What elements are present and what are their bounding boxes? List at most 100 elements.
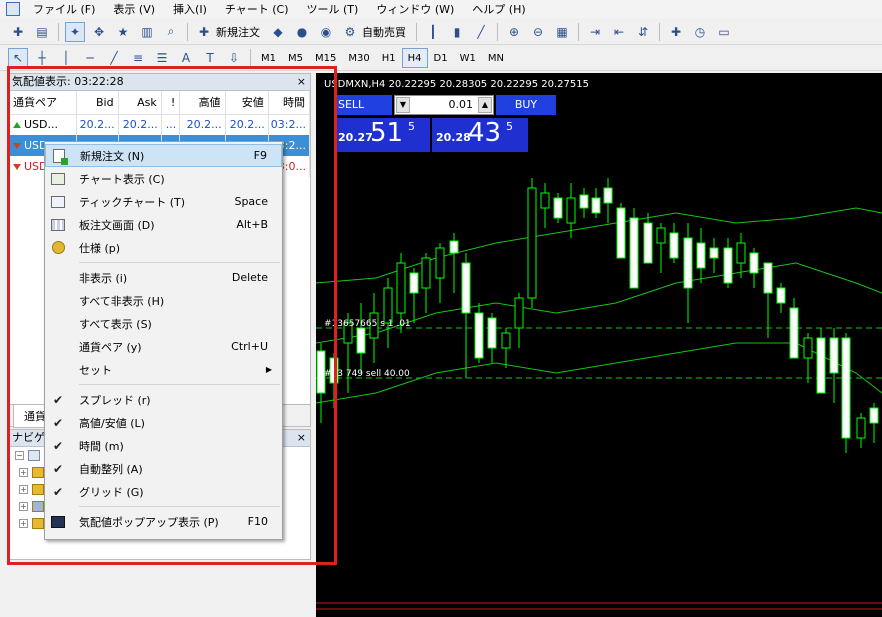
cursor-icon[interactable]: ↖ [8, 48, 28, 68]
menu-item-popup-prices[interactable]: 気配値ポップアップ表示 (P) F10 [45, 510, 282, 533]
menu-item-hide[interactable]: 非表示 (i) Delete [45, 266, 282, 289]
signal-icon[interactable]: ◉ [316, 22, 336, 42]
buy-price-box[interactable]: 20.28 43 5 [432, 118, 528, 152]
text-tool-icon[interactable]: A [176, 48, 196, 68]
vertical-line-icon[interactable]: │ [56, 48, 76, 68]
menu-item-show-all[interactable]: すべて表示 (S) [45, 312, 282, 335]
metaeditor-icon[interactable]: ◆ [268, 22, 288, 42]
auto-trading-button[interactable]: 自動売買 [362, 24, 406, 40]
timeframe-h4[interactable]: H4 [401, 48, 428, 68]
strategy-tester-icon[interactable]: ⌕ [161, 22, 181, 42]
timeframe-m15[interactable]: M15 [309, 48, 342, 68]
menu-item-grid[interactable]: ✔ グリッド (G) [45, 480, 282, 503]
menu-item-specification[interactable]: 仕様 (p) [45, 236, 282, 259]
close-icon[interactable]: × [297, 430, 306, 446]
expand-icon[interactable]: + [19, 519, 28, 528]
menu-item-high-low[interactable]: ✔ 高値/安値 (L) [45, 411, 282, 434]
menu-item-label: セット [79, 363, 112, 377]
timeframe-m1[interactable]: M1 [255, 48, 282, 68]
crosshair-icon[interactable]: ┼ [32, 48, 52, 68]
column-spread[interactable]: ! [161, 91, 181, 115]
menu-item-label: 気配値ポップアップ表示 (P) [79, 515, 219, 529]
chart-window[interactable]: USDMXN,H4 20.22295 20.28305 20.22295 20.… [316, 73, 882, 617]
column-symbol[interactable]: 通貨ペア [9, 91, 78, 115]
candle-body [643, 222, 653, 264]
new-chart-icon[interactable]: ✚ [8, 22, 28, 42]
expand-icon[interactable]: + [19, 485, 28, 494]
menu-item-sets[interactable]: セット ▶ [45, 358, 282, 381]
buy-button[interactable]: BUY [496, 95, 556, 115]
community-icon[interactable]: ● [292, 22, 312, 42]
navigator-icon[interactable]: ★ [113, 22, 133, 42]
indicators-icon[interactable]: ✚ [666, 22, 686, 42]
column-ask[interactable]: Ask [118, 91, 162, 115]
timeframe-m30[interactable]: M30 [342, 48, 375, 68]
zoom-in-icon[interactable]: ⊕ [504, 22, 524, 42]
column-high[interactable]: 高値 [179, 91, 226, 115]
expand-icon[interactable]: + [19, 468, 28, 477]
menu-item-auto-arrange[interactable]: ✔ 自動整列 (A) [45, 457, 282, 480]
lot-size-input[interactable]: ▼ 0.01 ▲ [394, 95, 494, 115]
timeframe-h1[interactable]: H1 [376, 48, 402, 68]
menu-item-hide-all[interactable]: すべて非表示 (H) [45, 289, 282, 312]
menu-item-depth-of-market[interactable]: 板注文画面 (D) Alt+B [45, 213, 282, 236]
menu-item-symbols[interactable]: 通貨ペア (y) Ctrl+U [45, 335, 282, 358]
bar-chart-icon[interactable]: ┃ [423, 22, 443, 42]
timeframe-d1[interactable]: D1 [428, 48, 454, 68]
arrows-icon[interactable]: ⇩ [224, 48, 244, 68]
trendline-icon[interactable]: ╱ [104, 48, 124, 68]
menu-item-chart-window[interactable]: チャート表示 (C) [45, 167, 282, 190]
timeframe-w1[interactable]: W1 [454, 48, 482, 68]
terminal-icon[interactable]: ▥ [137, 22, 157, 42]
column-bid[interactable]: Bid [76, 91, 119, 115]
profiles-icon[interactable]: ▤ [32, 22, 52, 42]
auto-trading-icon[interactable]: ⚙ [340, 22, 360, 42]
menu-item-new-order[interactable]: 新規注文 (N) F9 [45, 144, 282, 167]
sell-button[interactable]: SELL [334, 95, 392, 115]
tile-windows-icon[interactable]: ▦ [552, 22, 572, 42]
expand-icon[interactable]: + [19, 502, 28, 511]
candle-body [474, 312, 484, 359]
close-icon[interactable]: × [297, 74, 306, 90]
candlestick-icon[interactable]: ▮ [447, 22, 467, 42]
menu-item-time[interactable]: ✔ 時間 (m) [45, 434, 282, 457]
market-watch-icon[interactable]: ✦ [65, 21, 85, 42]
menu-view[interactable]: 表示 (V) [104, 1, 164, 17]
line-chart-icon[interactable]: ╱ [471, 22, 491, 42]
collapse-icon[interactable]: − [15, 451, 24, 460]
fibonacci-icon[interactable]: ☰ [152, 48, 172, 68]
lot-decrease-icon[interactable]: ▼ [396, 97, 410, 113]
menu-chart[interactable]: チャート (C) [216, 1, 298, 17]
scale-icon[interactable]: ⇵ [633, 22, 653, 42]
menu-item-spread[interactable]: ✔ スプレッド (r) [45, 388, 282, 411]
new-order-button[interactable]: 新規注文 [216, 24, 260, 40]
table-row[interactable]: USD... 20.2... 20.2... ... 20.2... 20.2.… [9, 114, 311, 135]
sell-price-box[interactable]: 20.27 51 5 [334, 118, 430, 152]
menu-insert[interactable]: 挿入(I) [164, 1, 216, 17]
horizontal-line-icon[interactable]: ─ [80, 48, 100, 68]
timeframe-mn[interactable]: MN [482, 48, 510, 68]
templates-icon[interactable]: ▭ [714, 22, 734, 42]
autoscroll-icon[interactable]: ⇥ [585, 22, 605, 42]
new-order-icon[interactable]: ✚ [194, 22, 214, 42]
menu-item-shortcut: Space [234, 195, 268, 208]
zoom-out-icon[interactable]: ⊖ [528, 22, 548, 42]
menu-window[interactable]: ウィンドウ (W) [367, 1, 463, 17]
data-window-icon[interactable]: ✥ [89, 22, 109, 42]
channel-icon[interactable]: ≡ [128, 48, 148, 68]
submenu-arrow-icon: ▶ [265, 365, 272, 374]
price-chart[interactable] [316, 73, 882, 617]
menu-help[interactable]: ヘルプ (H) [463, 1, 534, 17]
menu-tools[interactable]: ツール (T) [298, 1, 368, 17]
label-tool-icon[interactable]: T [200, 48, 220, 68]
app-icon [6, 2, 20, 16]
column-time[interactable]: 時間 [268, 91, 311, 115]
menu-item-tick-chart[interactable]: ティックチャート (T) Space [45, 190, 282, 213]
lot-increase-icon[interactable]: ▲ [478, 97, 492, 113]
chart-shift-icon[interactable]: ⇤ [609, 22, 629, 42]
column-low[interactable]: 安値 [225, 91, 269, 115]
periods-icon[interactable]: ◷ [690, 22, 710, 42]
menu-file[interactable]: ファイル (F) [24, 1, 104, 17]
candle-body [616, 207, 626, 259]
timeframe-m5[interactable]: M5 [282, 48, 309, 68]
